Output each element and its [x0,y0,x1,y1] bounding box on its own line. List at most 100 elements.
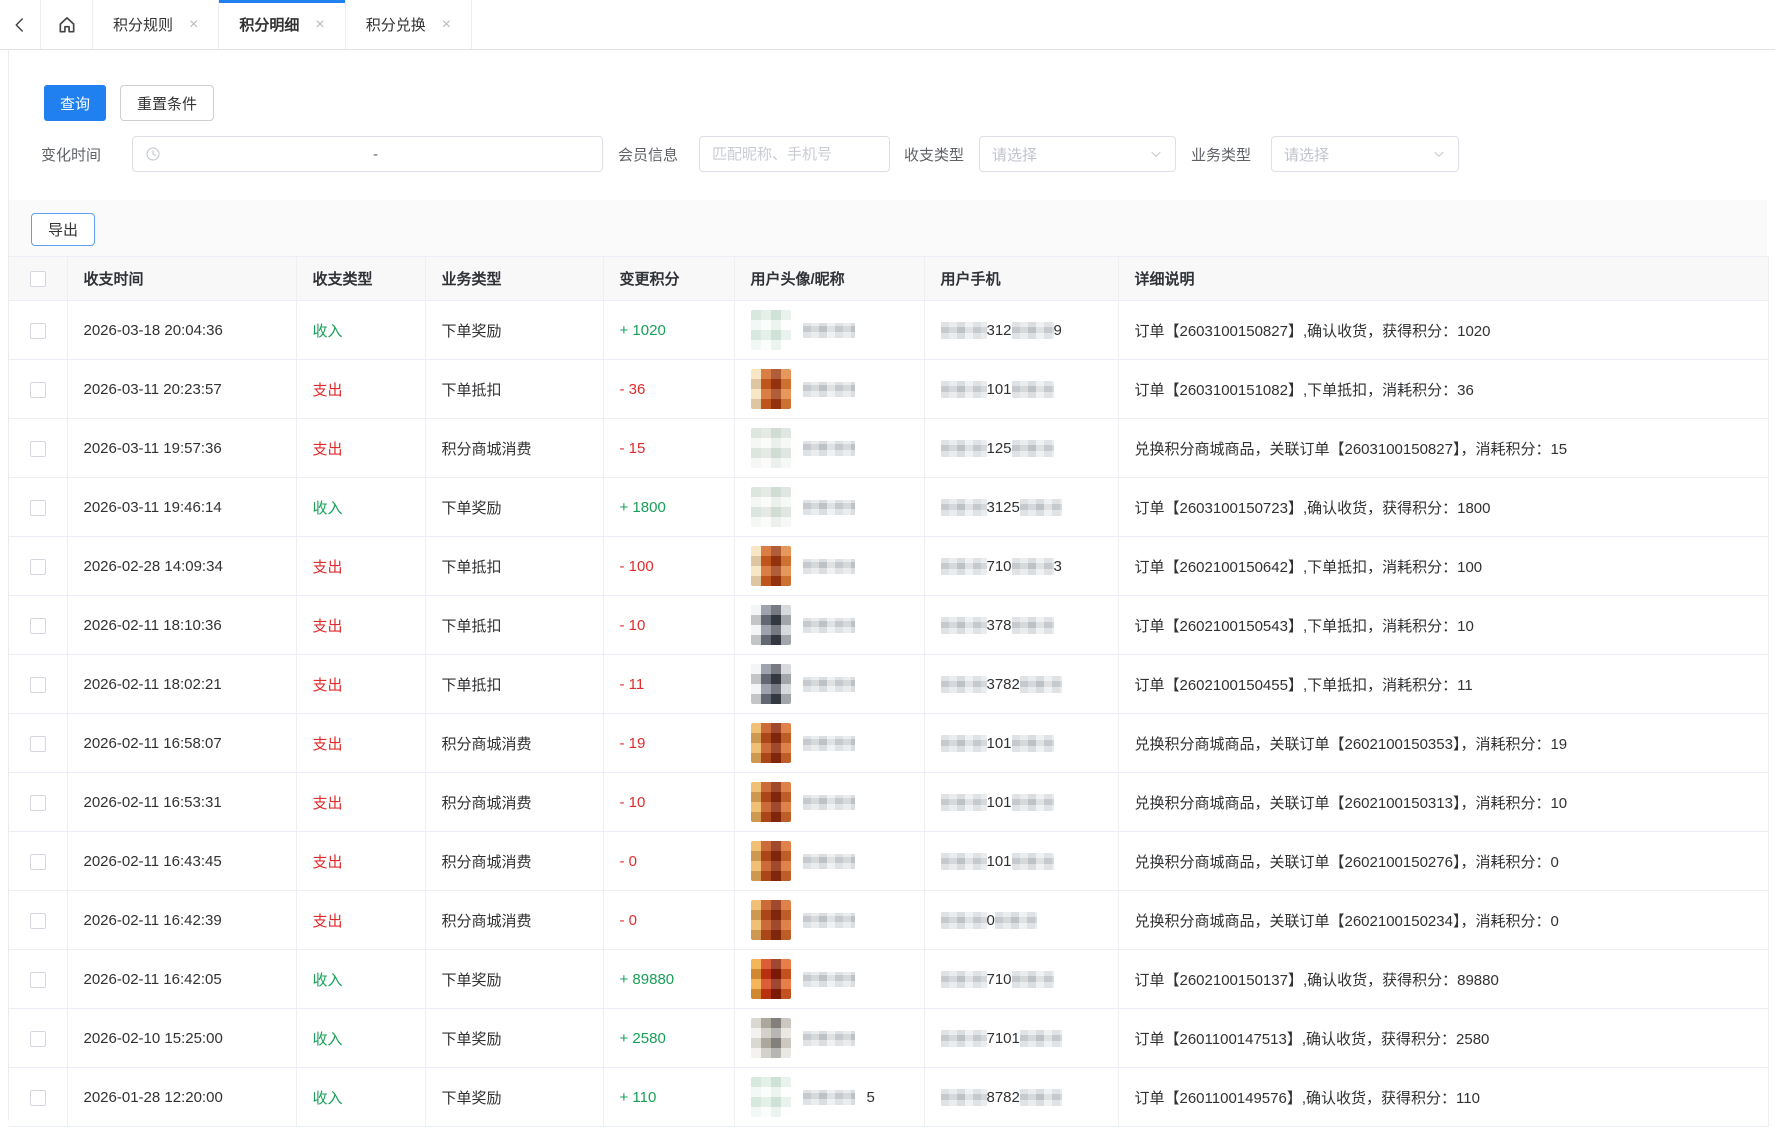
phone-visible-digits: 8782 [987,1089,1020,1106]
date-range-input[interactable]: - [132,136,603,172]
row-description: 订单【2602100150642】,下单抵扣，消耗积分：100 [1118,537,1768,596]
row-checkbox[interactable] [30,736,46,752]
table-row: 2026-01-28 12:20:00 收入 下单奖励 + 110 5 8782… [9,1068,1768,1127]
home-tab[interactable] [41,0,93,49]
table-row: 2026-02-11 16:42:39 支出 积分商城消费 - 0 0 兑换积分… [9,891,1768,950]
row-time: 2026-03-11 20:23:57 [67,360,296,419]
row-phone-cell: 312 9 [924,301,1118,360]
phone-blur-block [941,676,987,693]
row-inout-type: 收入 [296,478,425,537]
tab-points-exchange[interactable]: 积分兑换 × [346,0,472,49]
user-nickname-blurred [803,323,855,338]
close-icon[interactable]: × [315,17,324,33]
row-time: 2026-01-28 12:20:00 [67,1068,296,1127]
inout-type-select[interactable]: 请选择 [979,136,1176,172]
phone-visible-digits: 101 [987,381,1012,398]
row-checkbox[interactable] [30,559,46,575]
row-checkbox[interactable] [30,1090,46,1106]
row-checkbox[interactable] [30,382,46,398]
row-description: 订单【2602100150455】,下单抵扣，消耗积分：11 [1118,655,1768,714]
row-time: 2026-02-11 18:02:21 [67,655,296,714]
row-checkbox[interactable] [30,677,46,693]
header-avatar-nickname: 用户头像/昵称 [734,257,924,301]
home-icon [57,15,77,35]
close-icon[interactable]: × [442,17,451,33]
user-nickname-blurred [803,500,855,515]
row-checkbox[interactable] [30,323,46,339]
row-phone-cell: 101 [924,360,1118,419]
table-row: 2026-03-18 20:04:36 收入 下单奖励 + 1020 312 9… [9,301,1768,360]
business-filter-label: 业务类型 [1191,144,1251,165]
row-description: 兑换积分商城商品，关联订单【2602100150353】，消耗积分：19 [1118,714,1768,773]
row-checkbox[interactable] [30,1031,46,1047]
row-time: 2026-02-28 14:09:34 [67,537,296,596]
header-points-change: 变更积分 [603,257,734,301]
row-checkbox[interactable] [30,913,46,929]
phone-visible-digits: 312 [987,322,1012,339]
query-button[interactable]: 查询 [44,85,106,121]
row-time: 2026-03-18 20:04:36 [67,301,296,360]
row-user-cell [734,596,924,655]
row-user-cell [734,419,924,478]
phone-visible-digits: 101 [987,735,1012,752]
date-range-separator: - [161,146,590,163]
header-description: 详细说明 [1118,257,1768,301]
phone-blur-block [941,322,987,339]
row-checkbox[interactable] [30,795,46,811]
row-points-change: - 0 [603,891,734,950]
row-checkbox[interactable] [30,854,46,870]
member-info-input[interactable] [700,137,889,171]
header-time: 收支时间 [67,257,296,301]
user-avatar [751,841,791,881]
user-avatar [751,310,791,350]
row-points-change: - 36 [603,360,734,419]
row-business-type: 下单奖励 [425,950,603,1009]
main-content: 查询 重置条件 变化时间 - 会员信息 收支类型 请选择 业务类型 请选择 导出 [8,50,1767,1120]
back-button[interactable] [0,0,41,49]
row-business-type: 下单奖励 [425,1009,603,1068]
select-all-checkbox[interactable] [30,271,46,287]
row-checkbox[interactable] [30,500,46,516]
user-avatar [751,605,791,645]
phone-visible-digits: 710 [987,558,1012,575]
phone-blur-block [941,558,987,575]
phone-blur-block [1012,735,1054,752]
table-row: 2026-02-11 18:02:21 支出 下单抵扣 - 11 3782 订单… [9,655,1768,714]
tab-points-rules[interactable]: 积分规则 × [93,0,219,49]
phone-blur-block [1012,440,1054,457]
user-avatar [751,723,791,763]
phone-blur-block [995,912,1037,929]
phone-visible-digits: 101 [987,853,1012,870]
row-description: 订单【2602100150137】,确认收货，获得积分：89880 [1118,950,1768,1009]
member-filter-label: 会员信息 [618,144,678,165]
reset-conditions-button[interactable]: 重置条件 [120,85,214,121]
phone-blur-block [1020,499,1062,516]
row-checkbox-cell [9,301,67,360]
user-nickname-visible: 5 [867,1089,875,1106]
close-icon[interactable]: × [189,17,198,33]
export-button[interactable]: 导出 [31,213,95,246]
row-points-change: - 11 [603,655,734,714]
row-checkbox[interactable] [30,441,46,457]
row-description: 兑换积分商城商品，关联订单【2603100150827】，消耗积分：15 [1118,419,1768,478]
row-checkbox[interactable] [30,618,46,634]
phone-blur-block [941,617,987,634]
row-user-cell [734,360,924,419]
row-time: 2026-02-11 18:10:36 [67,596,296,655]
row-points-change: + 1800 [603,478,734,537]
row-points-change: - 10 [603,596,734,655]
row-phone-cell: 8782 [924,1068,1118,1127]
business-type-select[interactable]: 请选择 [1271,136,1459,172]
table-row: 2026-02-11 16:43:45 支出 积分商城消费 - 0 101 兑换… [9,832,1768,891]
phone-visible-suffix: 3 [1054,558,1062,575]
row-checkbox-cell [9,1009,67,1068]
table-row: 2026-02-11 16:42:05 收入 下单奖励 + 89880 710 … [9,950,1768,1009]
row-time: 2026-03-11 19:57:36 [67,419,296,478]
tab-points-detail[interactable]: 积分明细 × [219,0,345,49]
phone-blur-block [1012,853,1054,870]
row-checkbox[interactable] [30,972,46,988]
phone-blur-block [941,1089,987,1106]
row-inout-type: 支出 [296,891,425,950]
filter-row: 变化时间 - 会员信息 收支类型 请选择 业务类型 请选择 [9,136,1767,172]
user-avatar [751,664,791,704]
